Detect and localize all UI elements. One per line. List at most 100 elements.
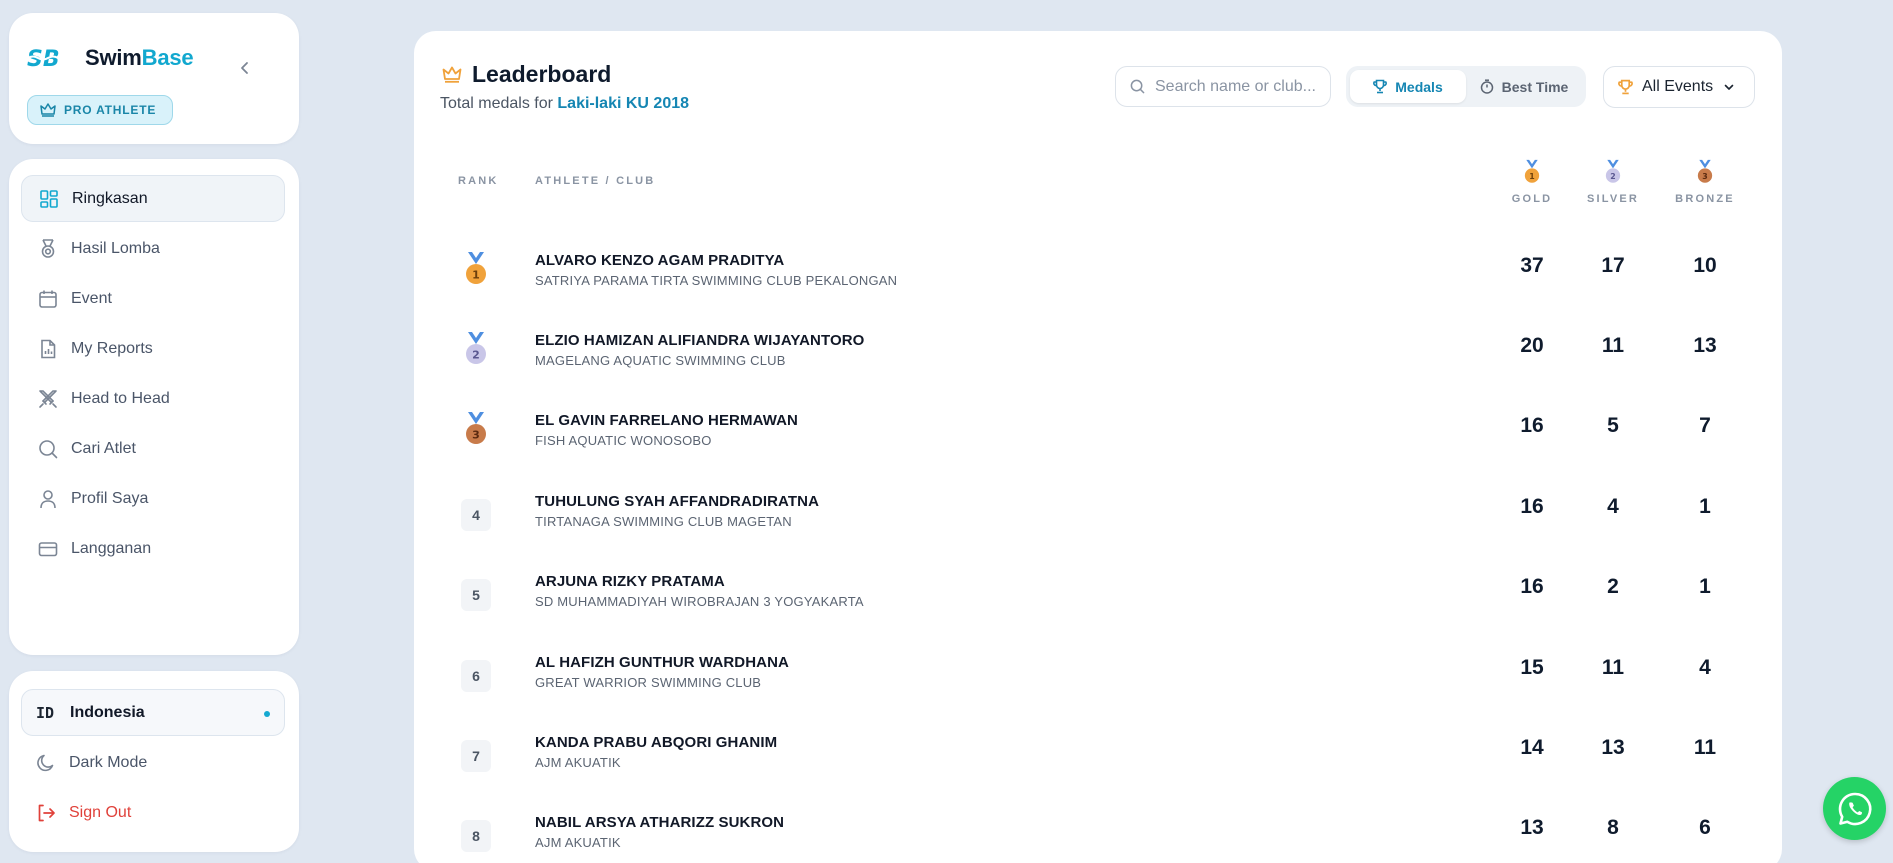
gold-count: 16 — [1520, 414, 1544, 437]
trophy-icon — [1618, 79, 1633, 95]
rank-number: 6 — [461, 660, 491, 692]
rank-number: 7 — [461, 740, 491, 772]
athlete-name[interactable]: KANDA PRABU ABQORI GHANIM — [535, 734, 777, 751]
dark-mode-toggle[interactable]: Dark Mode — [21, 739, 285, 786]
silver-medal-icon: 2 — [466, 332, 486, 364]
gold-count: 37 — [1520, 254, 1544, 277]
bronze-count: 6 — [1699, 816, 1711, 839]
search-icon — [37, 438, 59, 460]
athlete-name[interactable]: ELZIO HAMIZAN ALIFIANDRA WIJAYANTORO — [535, 332, 864, 349]
pro-athlete-label: PRO ATHLETE — [64, 103, 157, 117]
medal-icon — [37, 238, 59, 260]
sidebar-item-label: Hasil Lomba — [71, 239, 160, 257]
tab-best-time[interactable]: Best Time — [1466, 70, 1582, 103]
page-title: Leaderboard — [442, 61, 611, 88]
bronze-count: 10 — [1693, 254, 1717, 277]
column-header-silver: 2 SILVER — [1578, 159, 1648, 205]
gold-count: 15 — [1520, 656, 1544, 679]
subtitle-category: Laki-laki KU 2018 — [557, 95, 690, 112]
athlete-name[interactable]: AL HAFIZH GUNTHUR WARDHANA — [535, 654, 789, 671]
search-input[interactable] — [1155, 77, 1315, 96]
events-dropdown[interactable]: All Events — [1603, 66, 1755, 108]
athlete-name[interactable]: NABIL ARSYA ATHARIZZ SUKRON — [535, 814, 784, 831]
silver-count: 13 — [1601, 736, 1625, 759]
column-header-rank: RANK — [458, 175, 499, 187]
swimbase-logo: SB — [27, 47, 69, 70]
subtitle-prefix: Total medals for — [440, 95, 553, 112]
gold-count: 16 — [1520, 495, 1544, 518]
bronze-count: 13 — [1693, 334, 1717, 357]
collapse-sidebar-button[interactable] — [233, 56, 257, 80]
user-icon — [37, 488, 59, 510]
sidebar-item-profil-saya[interactable]: Profil Saya — [21, 475, 285, 522]
crown-icon — [442, 66, 462, 83]
table-row[interactable]: 1 ALVARO KENZO AGAM PRADITYA SATRIYA PAR… — [414, 238, 1782, 318]
rank-number: 3 — [472, 429, 480, 442]
sidebar-item-head-to-head[interactable]: Head to Head — [21, 375, 285, 422]
table-row[interactable]: 4 TUHULUNG SYAH AFFANDRADIRATNA TIRTANAG… — [414, 479, 1782, 559]
gold-count: 20 — [1520, 334, 1544, 357]
leaderboard-title: Leaderboard — [472, 61, 612, 87]
table-row[interactable]: 5 ARJUNA RIZKY PRATAMA SD MUHAMMADIYAH W… — [414, 559, 1782, 639]
trophy-icon — [1373, 79, 1388, 94]
sign-out-button[interactable]: Sign Out — [21, 789, 285, 836]
gold-header-label: GOLD — [1511, 193, 1553, 205]
sidebar-item-hasil-lomba[interactable]: Hasil Lomba — [21, 225, 285, 272]
language-selector[interactable]: ID Indonesia — [21, 689, 285, 736]
gold-count: 13 — [1520, 816, 1544, 839]
athlete-club: AJM AKUATIK — [535, 755, 621, 770]
tab-medals[interactable]: Medals — [1350, 70, 1466, 103]
table-row[interactable]: 2 ELZIO HAMIZAN ALIFIANDRA WIJAYANTORO M… — [414, 318, 1782, 398]
sidebar-item-label: My Reports — [71, 339, 153, 357]
sidebar-item-label: Ringkasan — [72, 189, 148, 207]
silver-count: 11 — [1601, 656, 1625, 679]
gold-medal-icon: 1 — [1524, 159, 1540, 183]
search-icon — [1130, 79, 1145, 94]
table-row[interactable]: 3 EL GAVIN FARRELANO HERMAWAN FISH AQUAT… — [414, 398, 1782, 478]
silver-count: 8 — [1607, 816, 1619, 839]
chevron-down-icon — [1724, 84, 1734, 90]
whatsapp-icon — [1838, 792, 1871, 825]
athlete-name[interactable]: ARJUNA RIZKY PRATAMA — [535, 573, 725, 590]
silver-medal-icon: 2 — [1605, 159, 1621, 183]
table-row[interactable]: 7 KANDA PRABU ABQORI GHANIM AJM AKUATIK … — [414, 720, 1782, 800]
sidebar-item-my-reports[interactable]: My Reports — [21, 325, 285, 372]
table-row[interactable]: 6 AL HAFIZH GUNTHUR WARDHANA GREAT WARRI… — [414, 640, 1782, 720]
bronze-count: 1 — [1699, 495, 1711, 518]
svg-text:2: 2 — [1610, 172, 1615, 181]
whatsapp-chat-button[interactable] — [1823, 777, 1886, 840]
swords-icon — [37, 388, 59, 410]
sidebar-item-label: Langganan — [71, 539, 152, 557]
events-dropdown-label: All Events — [1642, 78, 1714, 95]
rank-number: 5 — [461, 579, 491, 611]
sidebar-item-cari-atlet[interactable]: Cari Atlet — [21, 425, 285, 472]
athlete-club: SD MUHAMMADIYAH WIROBRAJAN 3 YOGYAKARTA — [535, 594, 864, 609]
athlete-name[interactable]: ALVARO KENZO AGAM PRADITYA — [535, 252, 784, 269]
svg-text:1: 1 — [1529, 172, 1534, 181]
calendar-icon — [37, 288, 59, 310]
sidebar-item-langganan[interactable]: Langganan — [21, 525, 285, 572]
table-row[interactable]: 8 NABIL ARSYA ATHARIZZ SUKRON AJM AKUATI… — [414, 800, 1782, 863]
athlete-club: AJM AKUATIK — [535, 835, 621, 850]
bronze-medal-icon: 3 — [1697, 159, 1713, 183]
athlete-name[interactable]: EL GAVIN FARRELANO HERMAWAN — [535, 412, 798, 429]
athlete-club: TIRTANAGA SWIMMING CLUB MAGETAN — [535, 514, 792, 529]
pro-athlete-badge: PRO ATHLETE — [27, 95, 174, 125]
search-box[interactable] — [1115, 66, 1331, 107]
athlete-name[interactable]: TUHULUNG SYAH AFFANDRADIRATNA — [535, 493, 819, 510]
sidebar-nav: Ringkasan Hasil Lomba Event My Reports H… — [9, 159, 299, 655]
sidebar-item-event[interactable]: Event — [21, 275, 285, 322]
silver-count: 11 — [1601, 334, 1625, 357]
sidebar-item-label: Cari Atlet — [71, 439, 136, 457]
bronze-count: 4 — [1699, 656, 1711, 679]
brand-name: SwimBase — [85, 45, 194, 71]
sign-out-label: Sign Out — [69, 803, 132, 821]
brand-logo-area[interactable]: SB SwimBase — [27, 45, 194, 71]
sidebar-item-label: Head to Head — [71, 389, 170, 407]
credit-card-icon — [37, 538, 59, 560]
brand-card: SB SwimBase PRO ATHLETE — [9, 13, 299, 144]
column-header-bronze: 3 BRONZE — [1670, 159, 1740, 205]
bronze-medal-icon: 3 — [466, 412, 486, 444]
sidebar-item-ringkasan[interactable]: Ringkasan — [21, 175, 285, 222]
active-dot-icon — [264, 711, 270, 717]
